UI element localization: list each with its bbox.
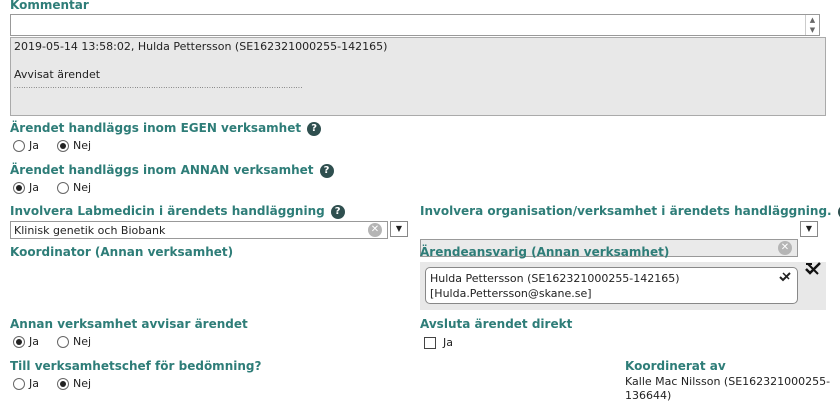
chef-radio-ja[interactable] <box>13 377 25 390</box>
annan-radio-nej[interactable] <box>57 181 69 194</box>
koordinator-heading: Koordinator (Annan verksamhet) <box>10 245 234 259</box>
koordinerat-line: 136644) <box>625 389 672 402</box>
edit-icon[interactable] <box>779 272 791 282</box>
egen-radio-group: Ja Nej <box>13 139 105 152</box>
ansvarig-email: [Hulda.Pettersson@skane.se] <box>430 287 592 300</box>
avvisar-radio-group: Ja Nej <box>13 335 105 348</box>
koordinerat-heading: Koordinerat av <box>625 359 726 373</box>
avvisar-radio-ja[interactable] <box>13 335 25 348</box>
help-icon[interactable]: ? <box>319 164 334 178</box>
koordinerat-value: Kalle Mac Nilsson (SE162321000255- 13664… <box>625 375 830 403</box>
chef-nej-label: Nej <box>73 377 92 390</box>
comment-heading: Kommentar <box>10 0 89 12</box>
avvisar-radio-nej[interactable] <box>57 335 69 348</box>
ansvarig-heading: Ärendeansvarig (Annan verksamhet) <box>420 245 670 259</box>
avsluta-label: Ja <box>443 336 453 349</box>
avvisar-ja-label: Ja <box>29 335 39 348</box>
avsluta-heading: Avsluta ärendet direkt <box>420 317 573 331</box>
avvisar-nej-label: Nej <box>73 335 92 348</box>
labmedicin-heading-text: Involvera Labmedicin i ärendets handlägg… <box>10 204 325 218</box>
chef-radio-nej[interactable] <box>57 377 69 390</box>
organisation-heading: Involvera organisation/verksamhet i ären… <box>420 204 840 219</box>
chevron-down-icon[interactable]: ▼ <box>800 221 818 237</box>
clear-icon[interactable]: ✕ <box>368 223 382 237</box>
comment-log-divider: ........................................… <box>14 83 303 90</box>
annan-heading-text: Ärendet handläggs inom ANNAN verksamhet <box>10 163 314 177</box>
egen-radio-ja[interactable] <box>13 139 25 152</box>
ansvarig-box: Hulda Pettersson (SE162321000255-142165)… <box>425 267 798 304</box>
avsluta-checkbox-row: Ja <box>424 336 453 349</box>
egen-radio-nej[interactable] <box>57 139 69 152</box>
comment-log-line: Avvisat ärendet <box>14 68 101 81</box>
chevron-down-icon[interactable]: ▼ <box>390 221 408 237</box>
annan-radio-group: Ja Nej <box>13 181 105 194</box>
avsluta-checkbox[interactable] <box>424 336 436 349</box>
clear-icon[interactable]: ✕ <box>778 241 792 255</box>
labmedicin-select[interactable]: Klinisk genetik och Biobank ✕ <box>10 221 388 239</box>
avvisar-heading: Annan verksamhet avvisar ärendet <box>10 317 248 331</box>
comment-scrollbar[interactable]: ▲ ▼ <box>805 15 819 35</box>
chef-ja-label: Ja <box>29 377 39 390</box>
assign-icon[interactable] <box>805 262 821 276</box>
help-icon[interactable]: ? <box>330 205 345 219</box>
egen-nej-label: Nej <box>73 139 92 152</box>
annan-nej-label: Nej <box>73 181 92 194</box>
koordinerat-line: Kalle Mac Nilsson (SE162321000255- <box>625 375 831 388</box>
comment-log-line: 2019-05-14 13:58:02, Hulda Pettersson (S… <box>14 40 388 53</box>
labmedicin-heading: Involvera Labmedicin i ärendets handlägg… <box>10 204 345 219</box>
comment-log: 2019-05-14 13:58:02, Hulda Pettersson (S… <box>10 37 826 116</box>
help-icon[interactable]: ? <box>307 122 322 136</box>
chef-heading: Till verksamhetschef för bedömning? <box>10 359 262 373</box>
egen-heading-text: Ärendet handläggs inom EGEN verksamhet <box>10 121 302 135</box>
labmedicin-value: Klinisk genetik och Biobank <box>14 223 166 237</box>
annan-ja-label: Ja <box>29 181 39 194</box>
egen-ja-label: Ja <box>29 139 39 152</box>
organisation-heading-text: Involvera organisation/verksamhet i ären… <box>420 204 832 218</box>
comment-input[interactable]: ▲ ▼ <box>10 14 820 36</box>
chef-radio-group: Ja Nej <box>13 377 105 390</box>
egen-heading: Ärendet handläggs inom EGEN verksamhet? <box>10 121 322 136</box>
annan-radio-ja[interactable] <box>13 181 25 194</box>
ansvarig-name: Hulda Pettersson (SE162321000255-142165) <box>430 272 680 285</box>
annan-heading: Ärendet handläggs inom ANNAN verksamhet? <box>10 163 334 178</box>
